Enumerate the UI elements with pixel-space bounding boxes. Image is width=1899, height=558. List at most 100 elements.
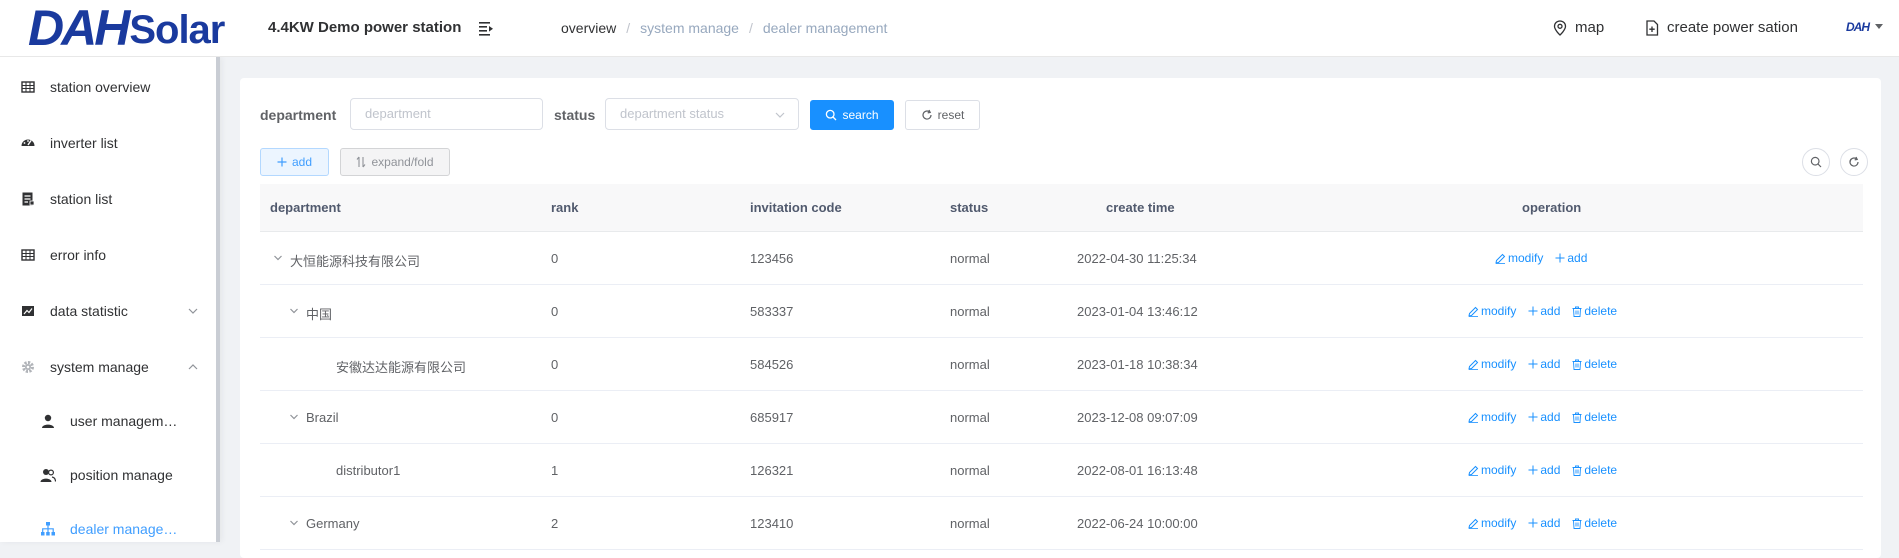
column-header-rank: rank: [551, 200, 579, 215]
trash-icon: [1572, 465, 1582, 476]
sidebar-subitem-dealer-management[interactable]: dealer management: [0, 502, 219, 556]
modify-button[interactable]: modify: [1468, 410, 1516, 424]
department-input[interactable]: department: [350, 98, 543, 130]
delete-button[interactable]: delete: [1572, 304, 1617, 318]
status-select-placeholder: department status: [620, 106, 725, 121]
reset-button[interactable]: reset: [905, 100, 980, 130]
edit-icon: [1468, 465, 1479, 476]
row-operations: modify add delete: [1468, 304, 1617, 318]
add-child-button[interactable]: add: [1528, 304, 1560, 318]
sidebar-item-system-manage[interactable]: system manage: [0, 339, 219, 395]
delete-button[interactable]: delete: [1572, 357, 1617, 371]
modify-button[interactable]: modify: [1468, 463, 1516, 477]
grid-icon: [21, 81, 35, 93]
user-avatar-dropdown[interactable]: DAH: [1846, 20, 1883, 34]
table-header: department rank invitation code status c…: [260, 184, 1863, 232]
cell-department: Germany: [306, 516, 360, 531]
sidebar-subitem-user-management[interactable]: user management: [0, 394, 219, 448]
cell-department: distributor1: [336, 463, 401, 478]
table-row: Brazil 0 685917 normal 2023-12-08 09:07:09 mo…: [260, 391, 1863, 444]
create-station-link[interactable]: create power sation: [1645, 19, 1798, 36]
toggle-search-button[interactable]: [1802, 148, 1830, 176]
add-button-label: add: [291, 155, 313, 169]
delete-button[interactable]: delete: [1572, 410, 1617, 424]
refresh-table-button[interactable]: [1840, 148, 1868, 176]
sidebar-scrollbar[interactable]: [216, 57, 220, 542]
delete-button[interactable]: delete: [1572, 516, 1617, 530]
add-child-button[interactable]: add: [1528, 463, 1560, 477]
sidebar-item-station-list[interactable]: station list: [0, 171, 219, 227]
breadcrumb-overview[interactable]: overview: [561, 20, 616, 36]
cell-department: Brazil: [306, 410, 339, 425]
chevron-down-icon[interactable]: [288, 305, 300, 317]
cell-create-time: 2022-04-30 11:25:34: [1077, 251, 1197, 266]
modify-button[interactable]: modify: [1468, 304, 1516, 318]
row-operations: modify add: [1495, 251, 1587, 265]
sidebar-item-label: inverter list: [50, 135, 118, 151]
column-header-status: status: [950, 200, 989, 215]
delete-button[interactable]: delete: [1572, 463, 1617, 477]
status-select[interactable]: department status: [605, 98, 799, 130]
add-child-button[interactable]: add: [1528, 410, 1560, 424]
breadcrumb-separator: /: [626, 20, 631, 36]
chevron-down-icon[interactable]: [272, 252, 284, 264]
modify-button[interactable]: modify: [1468, 357, 1516, 371]
plus-icon: [1528, 359, 1538, 369]
modify-button[interactable]: modify: [1468, 516, 1516, 530]
sidebar-item-inverter-list[interactable]: inverter list: [0, 115, 219, 171]
plus-icon: [277, 157, 287, 167]
menu-collapse-icon[interactable]: [478, 20, 494, 36]
column-header-department: department: [270, 200, 341, 215]
brand-logo[interactable]: DAH Solar: [28, 3, 225, 53]
breadcrumb-separator: /: [748, 20, 753, 36]
plus-icon: [1528, 306, 1538, 316]
cell-status: normal: [950, 516, 990, 531]
add-child-button[interactable]: add: [1528, 357, 1560, 371]
modify-button[interactable]: modify: [1495, 251, 1543, 265]
add-child-button[interactable]: add: [1555, 251, 1587, 265]
modify-label: modify: [1481, 463, 1517, 477]
breadcrumb-system-manage[interactable]: system manage: [640, 20, 739, 36]
search-icon: [826, 109, 837, 121]
column-header-create-time: create time: [1106, 200, 1175, 215]
expand-fold-button[interactable]: expand/fold: [340, 148, 450, 176]
search-button[interactable]: search: [810, 100, 894, 130]
create-station-label: create power sation: [1667, 19, 1798, 36]
modify-label: modify: [1481, 516, 1517, 530]
cell-invitation-code: 685917: [750, 410, 794, 425]
sidebar-item-station-overview[interactable]: station overview: [0, 59, 219, 115]
cell-invitation-code: 123456: [750, 251, 794, 266]
gear-icon: [22, 361, 34, 373]
chevron-down-icon[interactable]: [288, 517, 300, 529]
sidebar-item-data-statistic[interactable]: data statistic: [0, 283, 219, 339]
cell-rank: 0: [551, 251, 559, 266]
sidebar-item-error-info[interactable]: error info: [0, 227, 219, 283]
cell-invitation-code: 123410: [750, 516, 794, 531]
search-icon: [1810, 156, 1822, 168]
map-link-label: map: [1575, 19, 1605, 36]
station-title: 4.4KW Demo power station: [268, 19, 462, 36]
add-label: add: [1567, 251, 1588, 265]
location-pin-icon: [1553, 19, 1567, 36]
document-icon: [22, 192, 35, 206]
table-row: 中国 0 583337 normal 2023-01-04 13:46:12 modify…: [260, 285, 1863, 338]
table-row: distributor1 1 126321 normal 2022-08-01 16:1…: [260, 444, 1863, 497]
map-link[interactable]: map: [1553, 19, 1604, 36]
row-operations: modify add delete: [1468, 516, 1617, 530]
cell-create-time: 2023-01-04 13:46:12: [1077, 304, 1198, 319]
cell-rank: 0: [551, 357, 559, 372]
add-button[interactable]: add: [260, 148, 329, 176]
column-header-operation: operation: [1522, 200, 1582, 215]
modify-label: modify: [1481, 410, 1517, 424]
chart-icon: [22, 306, 34, 316]
plus-icon: [1555, 253, 1565, 263]
add-child-button[interactable]: add: [1528, 516, 1560, 530]
status-filter-label: status: [554, 107, 596, 123]
table-row: Germany 2 123410 normal 2022-06-24 10:00:00 m…: [260, 497, 1863, 550]
chevron-down-icon[interactable]: [288, 411, 300, 423]
cell-status: normal: [950, 357, 990, 372]
plus-icon: [1528, 518, 1538, 528]
user-icon: [42, 414, 54, 428]
sidebar-subitem-position-manage[interactable]: position manage: [0, 448, 219, 502]
sidebar-item-label: data statistic: [50, 303, 128, 319]
